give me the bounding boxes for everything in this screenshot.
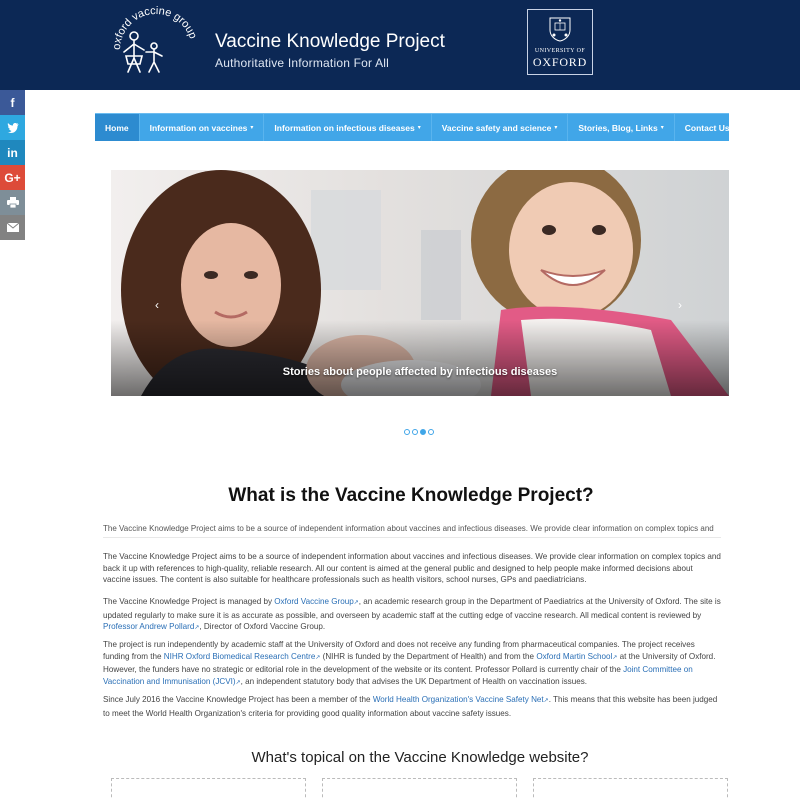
print-icon bbox=[6, 197, 19, 208]
oxford-martin-school-link[interactable]: Oxford Martin School bbox=[536, 652, 612, 661]
text: Since July 2016 the Vaccine Knowledge Pr… bbox=[103, 695, 373, 704]
carousel-slide-image bbox=[111, 170, 729, 396]
text: , an independent statutory body that adv… bbox=[240, 677, 588, 687]
carousel-prev-button[interactable]: ‹ bbox=[155, 298, 159, 312]
site-tagline: Authoritative Information For All bbox=[215, 56, 390, 70]
topical-card[interactable] bbox=[533, 778, 728, 798]
nav-label: Home bbox=[105, 122, 129, 133]
nav-item-information-on-vaccines[interactable]: Information on vaccines ▾ bbox=[140, 114, 265, 141]
nav-item-home[interactable]: Home bbox=[95, 114, 140, 141]
linkedin-icon: in bbox=[7, 145, 18, 160]
carousel-caption[interactable]: Stories about people affected by infecti… bbox=[111, 366, 729, 378]
topical-heading: What's topical on the Vaccine Knowledge … bbox=[251, 749, 589, 766]
site-header: oxford vaccine group Vaccine Knowledge P… bbox=[0, 0, 800, 90]
carousel-dot[interactable] bbox=[412, 429, 418, 435]
nav-label: Information on infectious diseases bbox=[274, 122, 415, 133]
chevron-down-icon: ▾ bbox=[250, 125, 254, 131]
topical-card[interactable] bbox=[322, 778, 517, 798]
googleplus-icon: G+ bbox=[4, 170, 21, 185]
chevron-down-icon: ▾ bbox=[554, 125, 558, 131]
oxford-university-label: UNIVERSITY OF bbox=[534, 48, 586, 54]
nav-item-vaccine-safety-and-science[interactable]: Vaccine safety and science ▾ bbox=[432, 114, 569, 141]
email-icon bbox=[6, 223, 19, 232]
clipped-intro-line: The Vaccine Knowledge Project aims to be… bbox=[103, 524, 714, 533]
social-share-bar: f in G+ bbox=[0, 90, 25, 240]
site-title[interactable]: Vaccine Knowledge Project bbox=[215, 31, 445, 53]
hero-carousel[interactable]: ‹ › Stories about people affected by inf… bbox=[111, 170, 729, 396]
funding-paragraph: The project is run independently by acad… bbox=[103, 639, 721, 690]
carousel-dot-active[interactable] bbox=[420, 429, 426, 435]
text: (NIHR is funded by the Department of Hea… bbox=[320, 651, 537, 661]
nav-item-contact-us[interactable]: Contact Us bbox=[675, 114, 740, 141]
page-heading: What is the Vaccine Knowledge Project? bbox=[228, 485, 594, 506]
intro-paragraph: The Vaccine Knowledge Project aims to be… bbox=[103, 552, 721, 585]
carousel-dot[interactable] bbox=[404, 429, 410, 435]
oxford-vaccine-group-logo[interactable]: oxford vaccine group bbox=[110, 5, 202, 84]
facebook-share-button[interactable]: f bbox=[0, 90, 25, 115]
who-membership-paragraph: Since July 2016 the Vaccine Knowledge Pr… bbox=[103, 694, 721, 719]
googleplus-share-button[interactable]: G+ bbox=[0, 165, 25, 190]
nav-item-information-on-infectious-diseases[interactable]: Information on infectious diseases ▾ bbox=[264, 114, 432, 141]
carousel-dot[interactable] bbox=[428, 429, 434, 435]
carousel-next-button[interactable]: › bbox=[678, 298, 682, 312]
carousel-indicators bbox=[404, 429, 434, 435]
professor-andrew-pollard-link[interactable]: Professor Andrew Pollard bbox=[103, 622, 194, 631]
chevron-down-icon: ▾ bbox=[660, 125, 664, 131]
chevron-down-icon: ▾ bbox=[417, 125, 421, 131]
nav-label: Information on vaccines bbox=[149, 122, 248, 133]
nav-item-stories-blog-links[interactable]: Stories, Blog, Links ▾ bbox=[568, 114, 675, 141]
vaccine-safety-net-link[interactable]: World Health Organization's Vaccine Safe… bbox=[373, 695, 544, 704]
email-share-button[interactable] bbox=[0, 215, 25, 240]
twitter-share-button[interactable] bbox=[0, 115, 25, 140]
main-navigation: Home Information on vaccines ▾ Informatio… bbox=[95, 113, 730, 141]
oxford-vaccine-group-link[interactable]: Oxford Vaccine Group bbox=[274, 597, 353, 606]
topical-card[interactable] bbox=[111, 778, 306, 798]
nav-label: Contact Us bbox=[684, 122, 730, 133]
university-of-oxford-logo[interactable]: UNIVERSITY OF OXFORD bbox=[527, 9, 593, 75]
print-button[interactable] bbox=[0, 190, 25, 215]
divider bbox=[103, 537, 721, 538]
twitter-icon bbox=[7, 122, 18, 133]
text: , Director of Oxford Vaccine Group. bbox=[199, 622, 326, 632]
linkedin-share-button[interactable]: in bbox=[0, 140, 25, 165]
oxford-crest-icon bbox=[549, 17, 571, 42]
text: The Vaccine Knowledge Project is managed… bbox=[103, 597, 275, 606]
nihr-oxford-brc-link[interactable]: NIHR Oxford Biomedical Research Centre bbox=[164, 652, 316, 661]
facebook-icon: f bbox=[10, 95, 15, 110]
management-paragraph: The Vaccine Knowledge Project is managed… bbox=[103, 596, 721, 635]
nav-label: Stories, Blog, Links bbox=[578, 122, 658, 133]
nav-label: Vaccine safety and science bbox=[441, 122, 552, 133]
oxford-name-label: OXFORD bbox=[532, 55, 588, 69]
